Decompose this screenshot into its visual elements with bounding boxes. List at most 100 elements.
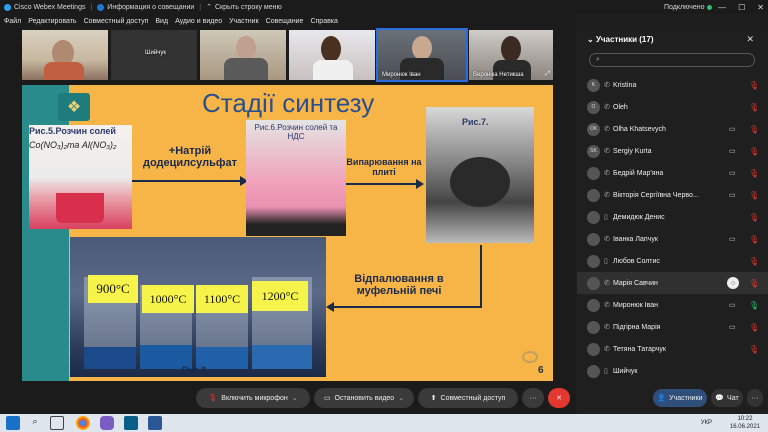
participants-tab-button[interactable]: 👤 Участники [653, 389, 707, 407]
participant-row[interactable]: ✆ Іванка Лапчук ▭ 🎙 [577, 228, 768, 250]
figure-8-caption: Рис.8. [182, 365, 209, 375]
arrow-2-head [416, 179, 424, 189]
participant-video [236, 36, 256, 60]
webex-icon[interactable] [124, 416, 138, 430]
figure-5-formula: Co(NO₃)₂та Al(NO₃)₂ [29, 140, 117, 150]
viber-icon[interactable] [100, 416, 114, 430]
close-panel-icon[interactable]: ✕ [746, 34, 754, 45]
mic-muted-icon: 🎙 [749, 146, 760, 156]
slide-page-number: 6 [538, 365, 544, 376]
window-controls: — ☐ ✕ [718, 3, 764, 12]
share-button[interactable]: ⬆ Совместный доступ [418, 388, 518, 408]
more-options-button[interactable]: ··· [522, 388, 544, 408]
menu-audio-video[interactable]: Аудио и видео [175, 18, 222, 25]
participant-row[interactable]: ✆ Миронюк Іван ▭ 🎙 [577, 294, 768, 316]
participant-row[interactable]: ✆ Вікторія Сергіївна Червo... ▭ 🎙 [577, 184, 768, 206]
search-icon[interactable]: ⌕ [28, 416, 42, 430]
mobile-icon: ▯ [604, 258, 608, 265]
chevron-down-icon[interactable]: ⌄ [398, 394, 404, 402]
search-icon: ⌕ [596, 56, 600, 63]
stop-video-button[interactable]: ▭ Остановить видео ⌄ [314, 388, 414, 408]
menu-participant[interactable]: Участник [229, 18, 259, 25]
expand-icon[interactable]: ⤢ [545, 71, 550, 78]
step-2-label: Випарювання на плиті [346, 157, 422, 177]
participant-row[interactable]: OK ✆ Olha Khatsevych ▭ 🎙 [577, 118, 768, 140]
beaker-liquid [56, 193, 104, 223]
video-camera-icon: ▭ [729, 324, 736, 331]
leave-meeting-button[interactable]: ✕ [548, 388, 570, 408]
participant-row[interactable]: O ✆ Oleh 🎙 [577, 96, 768, 118]
phone-icon: ✆ [604, 82, 610, 89]
menu-share[interactable]: Совместный доступ [84, 18, 149, 25]
participant-row[interactable]: ✆ Бедрій Мар'яна ▭ 🎙 [577, 162, 768, 184]
menu-meeting[interactable]: Совещание [266, 18, 304, 25]
chrome-icon[interactable] [76, 416, 90, 430]
participant-row[interactable]: ▯ Шийчук [577, 360, 768, 382]
menu-edit[interactable]: Редактировать [28, 18, 76, 25]
chevron-down-icon[interactable]: ⌄ [587, 35, 594, 44]
meeting-controls: 🎙 Включить микрофон ⌄ ▭ Остановить видео… [0, 381, 576, 414]
participant-row[interactable]: SK ✆ Sergiy Kurta ▭ 🎙 [577, 140, 768, 162]
chat-tab-button[interactable]: 💬 Чат [711, 389, 743, 407]
video-thumb-4[interactable] [289, 30, 375, 80]
mic-muted-icon: 🎙 [749, 212, 760, 222]
powder-4 [252, 345, 312, 369]
more-panels-button[interactable]: ··· [747, 389, 763, 407]
unmute-button[interactable]: 🎙 Включить микрофон ⌄ [196, 388, 310, 408]
menu-help[interactable]: Справка [310, 18, 337, 25]
participant-video [321, 36, 341, 62]
tray-lang[interactable]: УКР [701, 419, 712, 427]
temp-label-1100: 1100°C [196, 285, 248, 313]
mic-muted-icon: 🎙 [749, 256, 760, 266]
more-options-icon[interactable]: ○ [727, 277, 739, 289]
participant-search-input[interactable]: ⌕ [589, 53, 755, 67]
shared-slide: ❖ Стадії синтезу Рис.5.Розчин солей Co(N… [22, 85, 553, 383]
arrow-3-head [326, 302, 334, 312]
video-camera-icon: ▭ [729, 236, 736, 243]
menu-file[interactable]: Файл [4, 18, 21, 25]
participant-video [412, 36, 432, 60]
phone-icon: ✆ [604, 236, 610, 243]
start-icon[interactable] [6, 416, 20, 430]
avatar [587, 232, 600, 246]
participant-row[interactable]: ✆ Тетяна Татарчук 🎙 [577, 338, 768, 360]
video-thumb-2[interactable]: Шийчук [111, 30, 197, 80]
participant-row[interactable]: K ✆ Kristina 🎙 [577, 74, 768, 96]
temp-label-900: 900°C [88, 275, 138, 303]
slide-emblem-icon [522, 351, 538, 363]
arrow-3-horizontal [334, 306, 482, 308]
participant-row[interactable]: ✆ Марія Савчин ○ 🎙 [577, 272, 768, 294]
mic-muted-icon: 🎙 [749, 80, 760, 90]
menu-view[interactable]: Вид [155, 18, 168, 25]
video-camera-icon: ▭ [729, 192, 736, 199]
video-thumb-5[interactable]: Миронюк Іван [376, 28, 468, 82]
hide-menu-button[interactable]: ⌃ Скрыть строку меню [206, 3, 282, 12]
avatar: K [587, 78, 600, 92]
task-view-icon[interactable] [50, 416, 64, 430]
word-icon[interactable] [148, 416, 162, 430]
avatar [587, 254, 600, 268]
video-thumb-3[interactable] [200, 30, 286, 80]
slide-logo-icon: ❖ [58, 93, 90, 121]
participant-row[interactable]: ✆ Підгірна Марія ▭ 🎙 [577, 316, 768, 338]
arrow-1 [132, 180, 244, 182]
phone-icon: ✆ [604, 192, 610, 199]
video-thumb-6[interactable]: Веронікa Нетикша ⤢ [469, 30, 553, 80]
participant-row[interactable]: ▯ Демидюк Денис 🎙 [577, 206, 768, 228]
meeting-info-button[interactable]: Информация о совещании [97, 3, 194, 11]
close-window-button[interactable]: ✕ [757, 3, 764, 12]
video-thumb-1[interactable] [22, 30, 108, 80]
minimize-button[interactable]: — [718, 3, 726, 12]
people-icon: 👤 [657, 395, 667, 402]
maximize-button[interactable]: ☐ [738, 3, 745, 12]
thumb-name: Шийчук [145, 50, 166, 56]
app-name: Cisco Webex Meetings [14, 3, 86, 11]
clock[interactable]: 10:22 16.06.2021 [730, 415, 760, 431]
participant-row[interactable]: ▯ Любов Солтис 🎙 [577, 250, 768, 272]
phone-icon: ✆ [604, 104, 610, 111]
mic-muted-icon: 🎙 [749, 278, 760, 288]
video-camera-icon: ▭ [323, 395, 331, 402]
chevron-down-icon[interactable]: ⌄ [292, 394, 298, 402]
avatar [587, 188, 600, 202]
app-title: Cisco Webex Meetings [0, 3, 86, 11]
